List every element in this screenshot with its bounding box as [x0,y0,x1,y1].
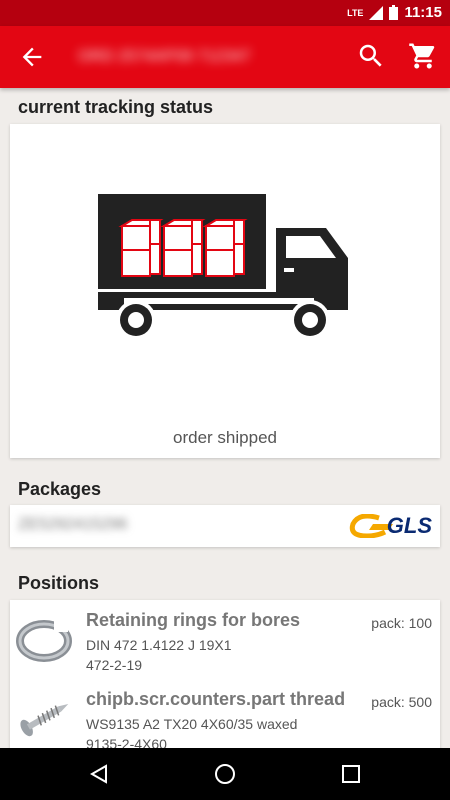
screw-icon [20,704,69,737]
position-spec: WS9135 A2 TX20 4X60/35 waxed [86,716,298,732]
list-item[interactable]: chipb.scr.counters.part thread WS9135 A2… [10,679,440,750]
package-tracking-number: ZE5292415296 [18,516,128,533]
network-type: LTE [347,7,364,18]
positions-list: Retaining rings for bores DIN 472 1.4122… [10,600,440,750]
list-item[interactable]: Retaining rings for bores DIN 472 1.4122… [10,600,440,680]
search-icon[interactable] [356,41,386,71]
position-spec: DIN 472 1.4122 J 19X1 [86,637,232,653]
position-article-number: 472-2-19 [86,657,143,673]
position-name: chipb.scr.counters.part thread [86,689,346,709]
battery-icon [389,5,399,20]
arrow-back-icon[interactable] [18,43,46,71]
package-row[interactable]: ZE5292415296 GLS [10,505,440,547]
retaining-ring-icon [16,620,72,662]
positions-section-title: Positions [18,573,100,593]
status-icons: LTE 11:15 [347,4,442,21]
tracking-section-title: current tracking status [18,97,214,117]
app-bar: ORD 2574AP09 712347 [0,26,450,88]
nav-recents-icon[interactable] [339,762,363,786]
carrier-logo: GLS [349,511,432,541]
status-bar: LTE 11:15 [0,0,450,26]
order-title: ORD 2574AP09 712347 [78,48,251,65]
clock: 11:15 [404,4,442,21]
system-nav-bar [0,748,450,800]
nav-home-icon[interactable] [213,762,237,786]
tracking-card: order shipped [10,124,440,458]
carrier-name: GLS [386,513,432,538]
position-name: Retaining rings for bores [86,610,301,630]
delivery-truck-icon [98,194,348,340]
nav-back-icon[interactable] [87,762,111,786]
position-pack: pack: 100 [371,615,432,631]
packages-section-title: Packages [18,479,102,499]
cart-icon[interactable] [408,41,438,71]
tracking-status-text: order shipped [173,428,277,447]
position-pack: pack: 500 [371,694,432,710]
signal-icon [369,5,384,20]
